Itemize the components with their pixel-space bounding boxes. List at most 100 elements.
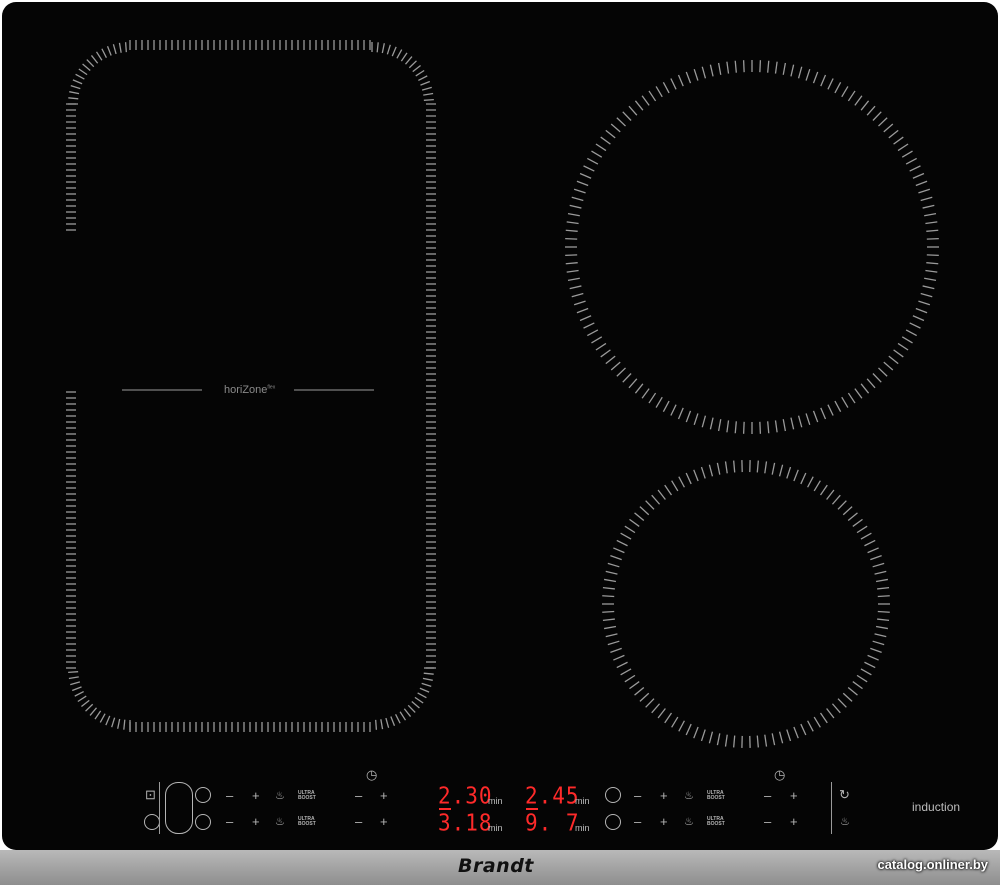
zone-tick-large-right bbox=[860, 100, 870, 111]
timer-unit: min bbox=[575, 823, 590, 833]
zone-tick-flex bbox=[421, 86, 432, 91]
zone-tick-large-right bbox=[915, 307, 928, 314]
zone-tick-large-right bbox=[567, 277, 580, 282]
zone-tick-small-right bbox=[678, 720, 685, 732]
pot-icon[interactable]: ♨ bbox=[684, 815, 694, 828]
timer-display: 2.30 bbox=[438, 782, 493, 810]
zone-tick-large-right bbox=[670, 78, 677, 90]
ultra-boost-button[interactable]: ULTRA BOOST bbox=[707, 791, 725, 801]
zone-tick-flex bbox=[390, 716, 396, 727]
zone-tick-large-right bbox=[924, 212, 937, 217]
keep-warm-icon[interactable]: ♨ bbox=[840, 815, 850, 828]
zone-select-top-right[interactable] bbox=[605, 787, 621, 803]
power-icon[interactable] bbox=[144, 814, 160, 830]
zone-tick-small-right bbox=[813, 716, 821, 728]
induction-label: induction bbox=[912, 800, 961, 814]
ultra-boost-button[interactable]: ULTRA BOOST bbox=[298, 791, 316, 801]
zone-tick-large-right bbox=[742, 421, 745, 434]
zone-tick-small-right bbox=[605, 633, 618, 638]
zone-tick-large-right bbox=[901, 150, 913, 158]
zone-tick-large-right bbox=[905, 329, 917, 337]
zone-tick-large-right bbox=[912, 315, 925, 322]
zone-tick-large-right bbox=[566, 269, 579, 273]
pot-icon[interactable]: ♨ bbox=[275, 815, 285, 828]
lock-icon[interactable]: ⊡ bbox=[145, 788, 156, 801]
zone-tick-flex bbox=[414, 696, 424, 704]
timer-minus-button[interactable]: – bbox=[764, 789, 771, 802]
zone-tick-large-right bbox=[565, 237, 578, 240]
zone-tick-small-right bbox=[877, 595, 890, 598]
zone-tick-small-right bbox=[607, 640, 620, 646]
zone-tick-large-right bbox=[566, 221, 579, 225]
zone-tick-large-right bbox=[782, 419, 787, 432]
timer-icon[interactable]: ◷ bbox=[366, 768, 377, 781]
zone-select-bottom-left[interactable] bbox=[195, 814, 211, 830]
zone-tick-large-right bbox=[610, 123, 621, 133]
zone-tick-large-right bbox=[925, 221, 938, 225]
plus-button[interactable]: + bbox=[252, 815, 260, 828]
minus-button[interactable]: – bbox=[226, 789, 233, 802]
zone-tick-flex bbox=[124, 42, 127, 53]
zone-select-bottom-right[interactable] bbox=[605, 814, 621, 830]
zone-tick-flex bbox=[380, 719, 384, 730]
zone-tick-flex bbox=[78, 68, 88, 76]
zone-tick-flex bbox=[69, 91, 80, 95]
zone-tick-small-right bbox=[724, 461, 728, 474]
zone-tick-flex bbox=[385, 717, 390, 728]
zone-tick-small-right bbox=[603, 578, 617, 583]
zone-tick-large-right bbox=[717, 419, 722, 432]
timer-plus-button[interactable]: + bbox=[790, 815, 798, 828]
zone-tick-large-right bbox=[605, 129, 616, 139]
zone-tick-small-right bbox=[620, 532, 632, 540]
zone-tick-large-right bbox=[567, 212, 580, 217]
plus-button[interactable]: + bbox=[660, 789, 668, 802]
zone-tick-large-right bbox=[905, 157, 917, 165]
minus-button[interactable]: – bbox=[634, 815, 641, 828]
timer-plus-button[interactable]: + bbox=[790, 789, 798, 802]
zone-tick-small-right bbox=[664, 712, 673, 724]
zone-tick-small-right bbox=[645, 698, 655, 708]
zone-tick-small-right bbox=[708, 464, 714, 477]
zone-tick-small-right bbox=[671, 480, 679, 492]
timer-plus-button[interactable]: + bbox=[380, 789, 388, 802]
timer-unit: min bbox=[488, 796, 503, 806]
minus-button[interactable]: – bbox=[226, 815, 233, 828]
timer-minus-button[interactable]: – bbox=[355, 815, 362, 828]
pot-icon[interactable]: ♨ bbox=[684, 789, 694, 802]
zone-tick-large-right bbox=[774, 420, 778, 433]
minus-button[interactable]: – bbox=[634, 789, 641, 802]
zone-select-top-left[interactable] bbox=[195, 787, 211, 803]
zone-tick-large-right bbox=[583, 165, 595, 172]
zone-tick-large-right bbox=[641, 388, 650, 399]
ultra-boost-button[interactable]: ULTRA BOOST bbox=[298, 817, 316, 827]
zone-tick-small-right bbox=[651, 494, 661, 505]
zone-tick-large-right bbox=[926, 254, 939, 257]
timer-icon[interactable]: ◷ bbox=[774, 768, 785, 781]
horizone-label: horiZoneflex bbox=[224, 384, 276, 396]
zone-tick-large-right bbox=[565, 262, 578, 265]
timer-minus-button[interactable]: – bbox=[764, 815, 771, 828]
zone-tick-small-right bbox=[793, 469, 799, 482]
plus-button[interactable]: + bbox=[252, 789, 260, 802]
zone-tick-small-right bbox=[733, 460, 736, 473]
zone-tick-small-right bbox=[786, 466, 792, 479]
zone-tick-large-right bbox=[648, 90, 657, 102]
zone-link-slider[interactable] bbox=[165, 782, 193, 834]
recall-icon[interactable]: ↻ bbox=[839, 788, 850, 801]
timer-minus-button[interactable]: – bbox=[355, 789, 362, 802]
plus-button[interactable]: + bbox=[660, 815, 668, 828]
zone-tick-flex bbox=[70, 85, 81, 90]
zone-tick-small-right bbox=[657, 708, 666, 719]
zone-tick-small-right bbox=[852, 518, 863, 527]
zone-tick-small-right bbox=[607, 562, 620, 568]
zone-tick-large-right bbox=[883, 361, 894, 371]
zone-tick-large-right bbox=[918, 188, 931, 194]
zone-tick-small-right bbox=[629, 681, 640, 690]
pot-icon[interactable]: ♨ bbox=[275, 789, 285, 802]
zone-tick-large-right bbox=[926, 229, 939, 232]
zone-tick-small-right bbox=[874, 633, 887, 638]
ultra-boost-button[interactable]: ULTRA BOOST bbox=[707, 817, 725, 827]
timer-plus-button[interactable]: + bbox=[380, 815, 388, 828]
zone-tick-small-right bbox=[771, 733, 776, 746]
zone-tick-large-right bbox=[834, 82, 842, 94]
